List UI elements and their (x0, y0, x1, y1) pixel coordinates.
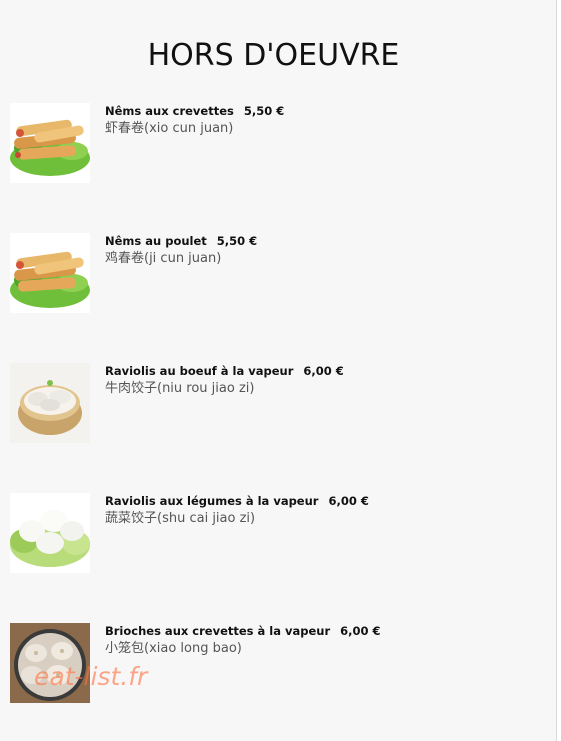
menu-item: Raviolis aux légumes à la vapeur 6,00 € 蔬… (10, 493, 540, 575)
item-info: Brioches aux crevettes à la vapeur 6,00 €… (105, 623, 535, 657)
item-price: 6,00 € (303, 364, 344, 378)
item-chinese-name: 小笼包(xiao long bao) (105, 641, 242, 656)
item-info: Nêms aux crevettes 5,50 € 虾春卷(xio cun jua… (105, 103, 535, 137)
item-chinese-name: 虾春卷(xio cun juan) (105, 121, 234, 136)
item-info: Raviolis aux légumes à la vapeur 6,00 € 蔬… (105, 493, 535, 527)
item-price: 6,00 € (328, 494, 369, 508)
item-price: 5,50 € (216, 234, 258, 248)
item-name: Brioches aux crevettes à la vapeur (105, 624, 331, 638)
item-chinese-name: 牛肉饺子(niu rou jiao zi) (105, 381, 255, 396)
spring-rolls-icon (10, 233, 90, 313)
menu-item: Nêms au poulet 5,50 € 鸡春卷(ji cun juan) (10, 233, 540, 315)
menu-page: HORS D'OEUVRE Nêms aux crevettes 5,50 € 虾… (0, 0, 557, 741)
spring-rolls-icon (10, 103, 90, 183)
item-name: Nêms au poulet (105, 234, 207, 248)
page-title: HORS D'OEUVRE (147, 38, 400, 73)
menu-item: Nêms aux crevettes 5,50 € 虾春卷(xio cun jua… (10, 103, 540, 185)
dumpling-basket-icon (10, 363, 90, 443)
item-name: Raviolis aux légumes à la vapeur (105, 494, 319, 508)
item-price: 6,00 € (340, 624, 381, 638)
item-info: Nêms au poulet 5,50 € 鸡春卷(ji cun juan) (105, 233, 535, 267)
dumplings-on-lettuce-icon (10, 493, 90, 573)
item-name: Nêms aux crevettes (105, 104, 234, 118)
item-name: Raviolis au boeuf à la vapeur (105, 364, 294, 378)
item-info: Raviolis au boeuf à la vapeur 6,00 € 牛肉饺子… (105, 363, 535, 397)
menu-item: Raviolis au boeuf à la vapeur 6,00 € 牛肉饺子… (10, 363, 540, 445)
item-chinese-name: 蔬菜饺子(shu cai jiao zi) (105, 511, 256, 526)
item-chinese-name: 鸡春卷(ji cun juan) (105, 251, 222, 266)
item-price: 5,50 € (243, 104, 285, 118)
watermark-text: eat-list.fr (34, 662, 148, 691)
